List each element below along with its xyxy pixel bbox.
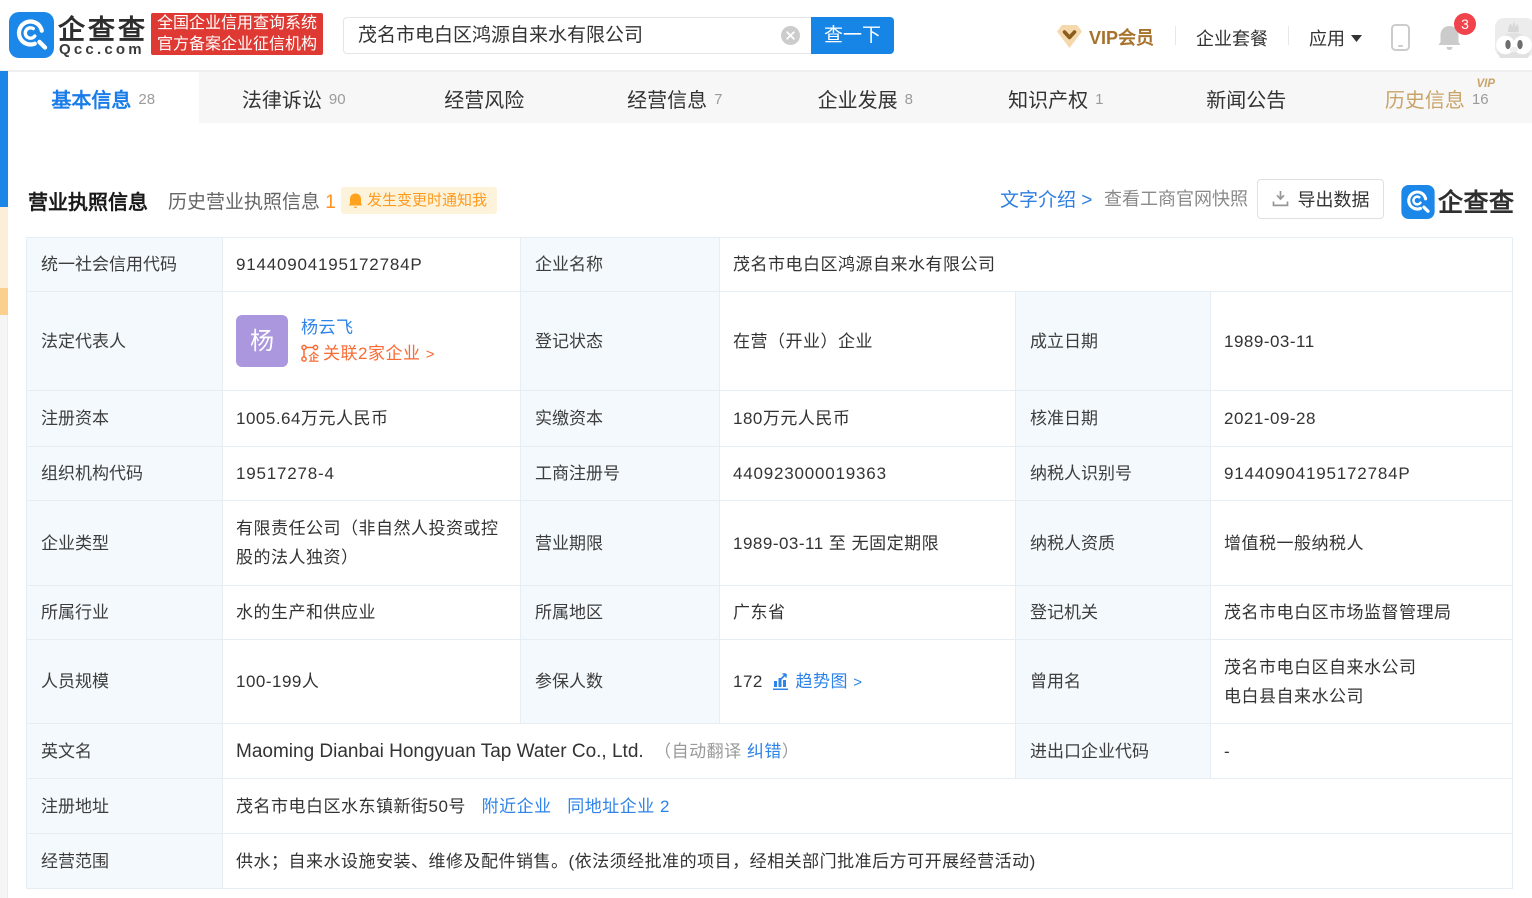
svg-text:企: 企 [308, 350, 320, 362]
